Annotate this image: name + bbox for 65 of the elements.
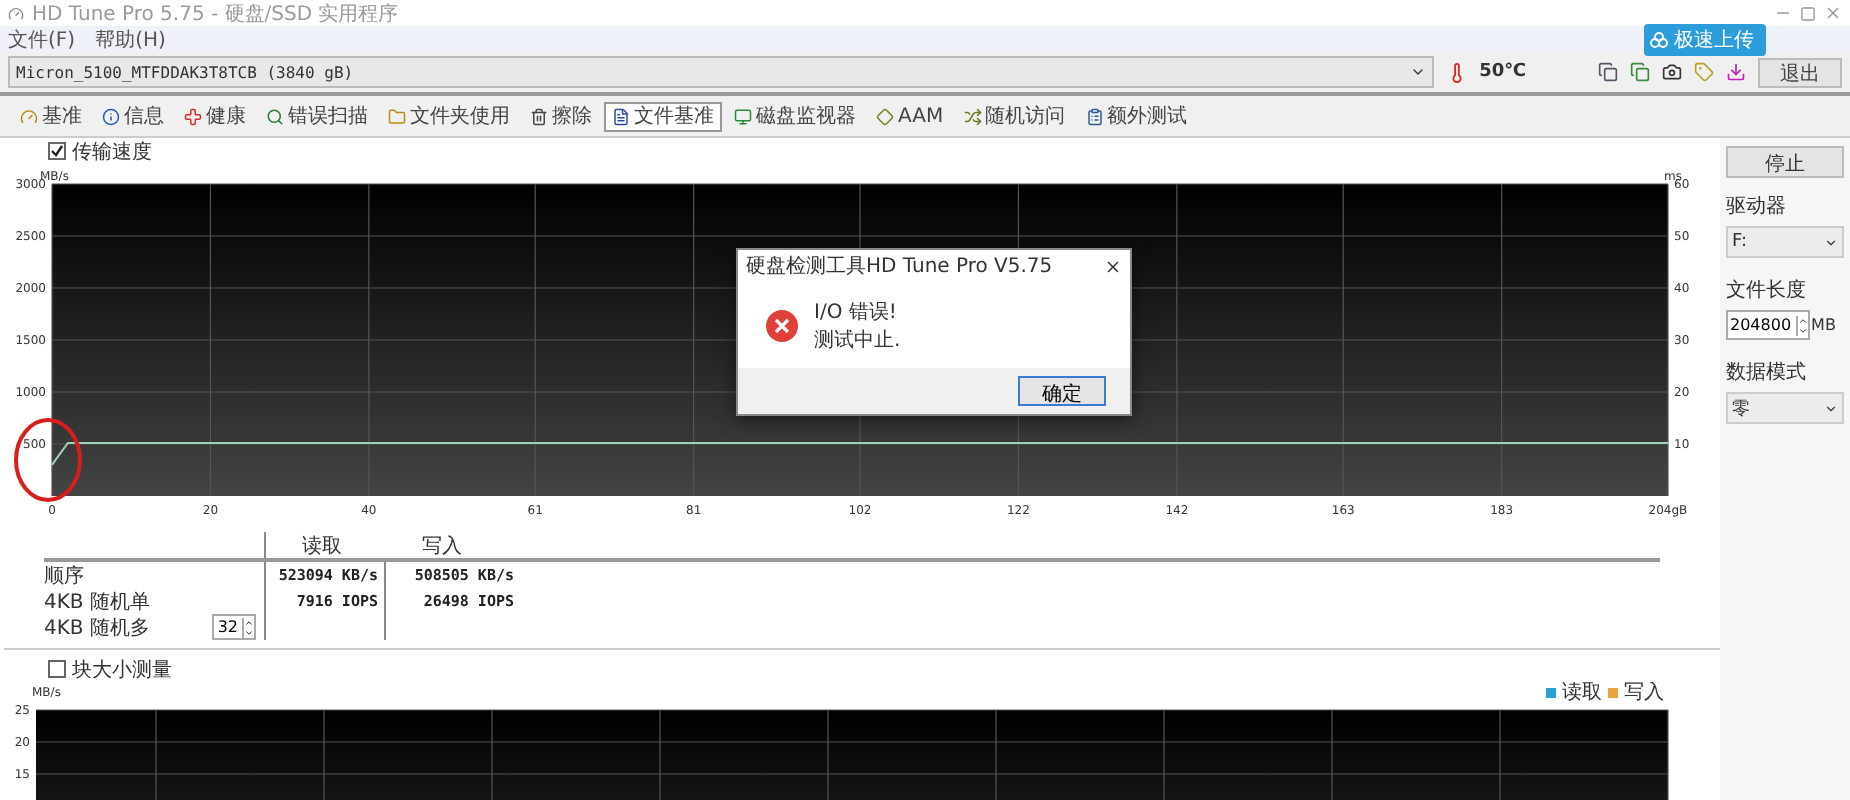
clipboard-icon	[1085, 107, 1104, 125]
chevron-down-icon	[1824, 235, 1838, 249]
tab[interactable]: 随机访问	[955, 101, 1074, 131]
drive-select[interactable]: Micron_5100_MTFDDAK3T8TCB (3840 gB)	[8, 56, 1434, 88]
cross-icon	[184, 107, 202, 125]
length-spinner[interactable]: 204800	[1726, 310, 1810, 340]
drive-select[interactable]: F:	[1726, 226, 1844, 258]
dialog-message: 测试中止.	[814, 327, 901, 353]
queue-spinner[interactable]: 32	[211, 614, 256, 640]
window-title: HD Tune Pro 5.75 - 硬盘/SSD 实用程序	[32, 1, 401, 27]
row-label: 顺序	[44, 563, 84, 589]
copy-icon[interactable]	[1598, 62, 1618, 82]
download-icon[interactable]	[1726, 62, 1746, 82]
stop-button[interactable]: 停止	[1726, 146, 1844, 178]
column-header: 写入	[422, 533, 462, 559]
folder-icon	[388, 107, 406, 125]
checkbox[interactable]	[48, 660, 66, 678]
camera-icon[interactable]	[1662, 62, 1682, 82]
checkbox-label: 块大小测量	[72, 657, 172, 683]
legend-label: 写入	[1624, 682, 1664, 706]
checkbox[interactable]	[48, 142, 66, 160]
mode-select[interactable]: 零	[1726, 392, 1844, 424]
row-label: 4KB 随机单	[44, 589, 150, 615]
row-label: 4KB 随机多	[44, 615, 150, 641]
tab[interactable]: 擦除	[522, 101, 600, 131]
gauge-icon	[20, 107, 38, 125]
legend-label: 读取	[1562, 682, 1602, 706]
ok-button[interactable]: 确定	[1018, 376, 1106, 406]
dialog-title: 硬盘检测工具HD Tune Pro V5.75	[746, 253, 1053, 280]
exit-button[interactable]: 退出	[1758, 57, 1842, 87]
field-label: 文件长度	[1726, 277, 1808, 304]
tab[interactable]: AAM	[868, 101, 952, 131]
search-icon	[266, 107, 284, 125]
tab[interactable]: 健康	[176, 101, 254, 131]
tab[interactable]: 信息	[94, 101, 172, 131]
tab[interactable]: 文件基准	[604, 101, 722, 131]
menu-item[interactable]: 文件(F)	[8, 25, 76, 53]
chevron-down-icon	[1824, 401, 1838, 415]
cloud-icon	[1650, 32, 1668, 48]
diamond-icon	[876, 107, 894, 125]
tag-icon[interactable]	[1694, 62, 1714, 82]
close-icon[interactable]	[1104, 257, 1122, 275]
tab[interactable]: 文件夹使用	[380, 101, 518, 131]
tab[interactable]: 磁盘监视器	[726, 101, 864, 131]
menu-item[interactable]: 帮助(H)	[95, 25, 166, 53]
tab[interactable]: 错误扫描	[258, 101, 376, 131]
column-header: 读取	[302, 533, 342, 559]
chevron-down-icon	[1409, 64, 1426, 80]
info-icon	[102, 107, 120, 125]
unit-label: MB	[1811, 316, 1836, 334]
app-icon	[8, 5, 24, 21]
tab[interactable]: 基准	[12, 101, 90, 131]
shuffle-icon	[963, 107, 982, 125]
trash-icon	[530, 107, 548, 125]
hand-drawn-circle	[14, 418, 82, 502]
field-label: 驱动器	[1726, 194, 1788, 220]
dialog-message: I/O 错误!	[814, 299, 899, 325]
monitor-icon	[734, 107, 752, 125]
copy-icon[interactable]	[1630, 62, 1650, 82]
checkbox-label: 传输速度	[72, 139, 152, 165]
tab[interactable]: 额外测试	[1077, 101, 1196, 131]
temperature-reading: 50℃	[1479, 62, 1526, 82]
field-label: 数据模式	[1726, 359, 1808, 386]
error-icon	[766, 309, 798, 341]
document-icon	[612, 107, 630, 125]
